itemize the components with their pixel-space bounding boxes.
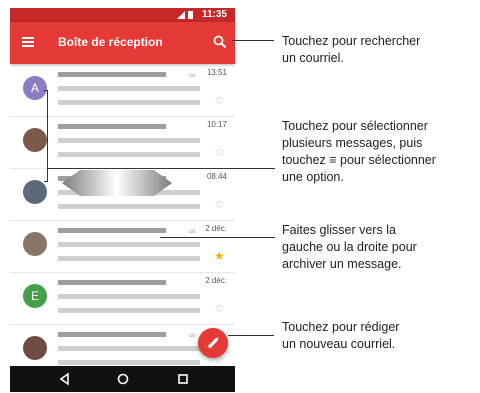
avatar[interactable] bbox=[23, 232, 47, 256]
email-time: 2 déc. bbox=[205, 276, 227, 285]
email-row[interactable]: E 2 déc. ☆ bbox=[10, 272, 235, 325]
sender-placeholder bbox=[58, 72, 166, 77]
home-icon[interactable] bbox=[116, 372, 130, 386]
star-outline-icon[interactable]: ☆ bbox=[214, 302, 225, 314]
search-callout: Touchez pour rechercher un courriel. bbox=[282, 33, 420, 67]
compose-callout-line bbox=[228, 335, 274, 336]
callout-line-text: archiver un message. bbox=[282, 257, 402, 271]
star-outline-icon[interactable]: ☆ bbox=[214, 94, 225, 106]
email-time: 13:51 bbox=[206, 68, 227, 77]
callout-line-text: touchez ≡ pour sélectionner bbox=[282, 153, 436, 167]
select-callout: Touchez pour sélectionner plusieurs mess… bbox=[282, 118, 436, 186]
search-icon[interactable] bbox=[213, 35, 227, 49]
preview-placeholder bbox=[58, 100, 200, 105]
preview-placeholder bbox=[58, 308, 200, 313]
status-bar: 11:35 bbox=[10, 8, 235, 22]
attachment-icon: ∞ bbox=[189, 226, 196, 236]
recents-icon[interactable] bbox=[176, 372, 190, 386]
preview-placeholder bbox=[58, 346, 200, 351]
callout-line-text: Faites glisser vers la bbox=[282, 223, 396, 237]
preview-placeholder bbox=[58, 86, 200, 91]
preview-placeholder bbox=[58, 360, 200, 365]
swipe-callout-line bbox=[160, 237, 275, 238]
phone-screen: 11:35 Boîte de réception A 13:51 ∞ ☆ 10:17 ☆ 0… bbox=[10, 8, 235, 392]
preview-placeholder bbox=[58, 242, 200, 247]
email-row[interactable]: 10:17 ☆ bbox=[10, 116, 235, 169]
avatar[interactable] bbox=[23, 128, 47, 152]
swipe-callout: Faites glisser vers la gauche ou la droi… bbox=[282, 222, 417, 273]
email-list: A 13:51 ∞ ☆ 10:17 ☆ 08:44 ☆ 2 déc. ∞ ★ E 2 déc. ☆ ∞ ☆ bbox=[10, 64, 235, 377]
preview-placeholder bbox=[58, 294, 200, 299]
preview-placeholder bbox=[58, 204, 200, 209]
page-title: Boîte de réception bbox=[58, 35, 163, 49]
select-callout-line bbox=[47, 168, 275, 169]
attachment-icon: ∞ bbox=[189, 330, 196, 340]
callout-line-text: un nouveau courriel. bbox=[282, 337, 396, 351]
pencil-icon bbox=[207, 337, 219, 349]
attachment-icon: ∞ bbox=[189, 70, 196, 80]
sender-placeholder bbox=[58, 228, 166, 233]
email-time: 10:17 bbox=[206, 120, 227, 129]
status-time: 11:35 bbox=[201, 9, 227, 20]
callout-line-text: gauche ou la droite pour bbox=[282, 240, 417, 254]
email-row[interactable]: 2 déc. ∞ ★ bbox=[10, 220, 235, 273]
callout-line-text: Touchez pour rédiger bbox=[282, 320, 400, 334]
compose-callout: Touchez pour rédiger un nouveau courriel… bbox=[282, 319, 399, 353]
star-outline-icon[interactable]: ☆ bbox=[214, 146, 225, 158]
preview-placeholder bbox=[58, 138, 200, 143]
callout-line-text: une option. bbox=[282, 170, 344, 184]
star-outline-icon[interactable]: ☆ bbox=[214, 198, 225, 210]
navigation-bar bbox=[10, 366, 235, 392]
sender-placeholder bbox=[58, 124, 166, 129]
signal-battery-icon bbox=[177, 11, 193, 19]
app-bar: Boîte de réception bbox=[10, 22, 235, 64]
callout-line-text: plusieurs messages, puis bbox=[282, 136, 423, 150]
callout-line-text: Touchez pour rechercher bbox=[282, 34, 421, 48]
search-callout-line bbox=[232, 40, 274, 41]
swipe-gesture-icon bbox=[62, 170, 172, 196]
menu-icon[interactable] bbox=[22, 37, 34, 47]
email-time: 2 déc. bbox=[205, 224, 227, 233]
preview-placeholder bbox=[58, 152, 200, 157]
sender-placeholder bbox=[58, 280, 166, 285]
compose-button[interactable] bbox=[198, 328, 228, 358]
sender-placeholder bbox=[58, 332, 166, 337]
email-time: 08:44 bbox=[206, 172, 227, 181]
preview-placeholder bbox=[58, 256, 200, 261]
star-filled-icon[interactable]: ★ bbox=[214, 250, 225, 262]
back-icon[interactable] bbox=[58, 372, 72, 386]
select-bracket-top bbox=[44, 90, 48, 91]
avatar[interactable] bbox=[23, 180, 47, 204]
avatar[interactable]: E bbox=[23, 284, 47, 308]
avatar[interactable] bbox=[23, 336, 47, 360]
callout-line-text: Touchez pour sélectionner bbox=[282, 119, 428, 133]
callout-line-text: un courriel. bbox=[282, 51, 344, 65]
select-bracket-bottom bbox=[44, 181, 48, 182]
avatar[interactable]: A bbox=[23, 76, 47, 100]
